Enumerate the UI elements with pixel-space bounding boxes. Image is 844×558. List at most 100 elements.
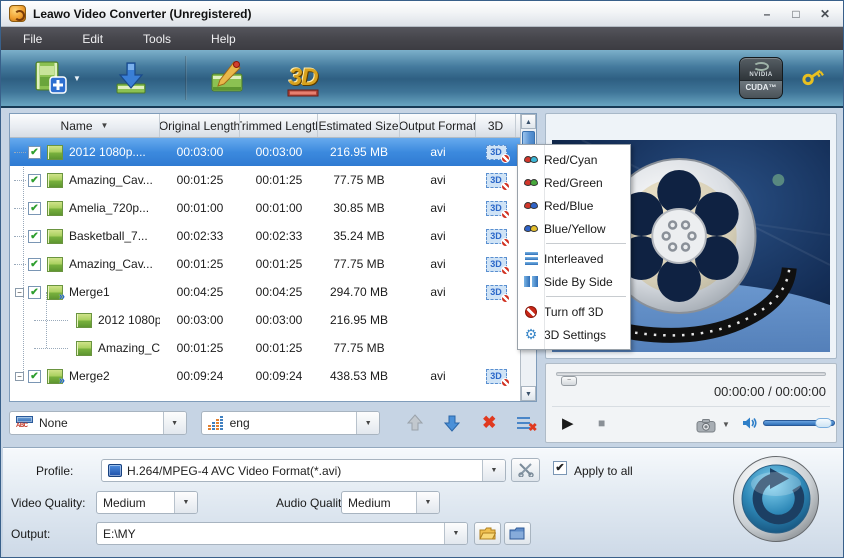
stop-button[interactable]: ■	[598, 416, 605, 430]
menubar-item-help[interactable]: Help	[197, 29, 250, 49]
menu-item-interleaved[interactable]: Interleaved	[518, 247, 630, 270]
menubar-item-edit[interactable]: Edit	[68, 29, 117, 49]
profile-select[interactable]: H.264/MPEG-4 AVC Video Format(*.avi) ▼	[101, 459, 506, 482]
output-path-input[interactable]: E:\MY ▼	[96, 522, 468, 545]
table-row[interactable]: ✔2012 1080p....00:03:0000:03:00216.95 MB…	[10, 138, 520, 166]
apply-to-all-label: Apply to all	[574, 464, 633, 478]
menu-item-turn-off-3d[interactable]: Turn off 3D	[518, 300, 630, 323]
menu-item-side-by-side[interactable]: Side By Side	[518, 270, 630, 293]
close-button[interactable]: ✕	[815, 6, 835, 22]
3d-off-badge[interactable]: 3D	[486, 173, 507, 188]
row-estimated-size: 77.75 MB	[318, 166, 400, 194]
row-checkbox[interactable]: ✔	[28, 286, 41, 299]
snapshot-dropdown-caret[interactable]: ▼	[722, 420, 730, 429]
app-window: Leawo Video Converter (Unregistered) – □…	[0, 0, 844, 558]
edit-video-button[interactable]	[201, 54, 255, 102]
volume-slider[interactable]	[763, 420, 835, 426]
add-video-dropdown-caret[interactable]: ▼	[73, 74, 81, 83]
row-name: Amazing_Cav...	[98, 341, 160, 355]
register-key-button[interactable]	[801, 65, 825, 92]
3d-off-badge[interactable]: 3D	[486, 145, 507, 160]
profile-dropdown-arrow[interactable]: ▼	[482, 460, 505, 481]
output-dropdown-arrow[interactable]: ▼	[444, 523, 467, 544]
browse-folder-button[interactable]	[504, 522, 531, 545]
tree-collapse-box[interactable]: −	[15, 372, 24, 381]
menu-item-red-cyan[interactable]: Red/Cyan	[518, 148, 630, 171]
video-quality-dropdown-arrow[interactable]: ▼	[174, 492, 197, 513]
3d-off-badge[interactable]: 3D	[486, 201, 507, 216]
volume-slider-handle[interactable]	[815, 418, 832, 428]
row-trimmed-length: 00:02:33	[240, 222, 318, 250]
output-path-value: E:\MY	[103, 527, 136, 541]
convert-button[interactable]	[732, 455, 820, 548]
table-row[interactable]: 2012 1080p....00:03:0000:03:00216.95 MB	[10, 306, 520, 334]
row-checkbox[interactable]: ✔	[28, 230, 41, 243]
snapshot-button[interactable]	[696, 419, 716, 438]
table-row[interactable]: Amazing_Cav...00:01:2500:01:2577.75 MB	[10, 334, 520, 362]
move-up-button[interactable]	[404, 412, 425, 434]
row-checkbox[interactable]: ✔	[28, 258, 41, 271]
tree-collapse-box[interactable]: −	[15, 288, 24, 297]
merge-file-icon: »	[47, 285, 63, 300]
menu-item-red-blue[interactable]: Red/Blue	[518, 194, 630, 217]
menu-item-blue-yellow[interactable]: Blue/Yellow	[518, 217, 630, 240]
row-checkbox[interactable]: ✔	[28, 146, 41, 159]
seek-slider-handle[interactable]: −	[561, 376, 577, 386]
table-row[interactable]: −✔»Merge200:09:2400:09:24438.53 MBavi3D	[10, 362, 520, 390]
volume-icon[interactable]	[742, 416, 758, 430]
audio-dropdown-arrow[interactable]: ▼	[356, 412, 379, 434]
scroll-down-button[interactable]: ▼	[521, 386, 536, 401]
table-row[interactable]: −✔»Merge100:04:2500:04:25294.70 MBavi3D	[10, 278, 520, 306]
remove-file-button[interactable]: ✖	[479, 412, 500, 434]
3d-off-badge[interactable]: 3D	[486, 285, 507, 300]
menu-item-label: Blue/Yellow	[544, 222, 606, 236]
column-header-3d[interactable]: 3D	[476, 114, 516, 137]
maximize-button[interactable]: □	[786, 6, 806, 22]
seek-slider[interactable]: −	[556, 372, 826, 376]
subtitle-dropdown-arrow[interactable]: ▼	[163, 412, 186, 434]
play-button[interactable]: ▶	[562, 414, 574, 432]
menubar-item-tools[interactable]: Tools	[129, 29, 185, 49]
3d-off-badge[interactable]: 3D	[486, 257, 507, 272]
row-checkbox[interactable]: ✔	[28, 202, 41, 215]
apply-to-all-checkbox[interactable]: ✔	[553, 461, 567, 475]
row-estimated-size: 438.53 MB	[318, 362, 400, 390]
menubar-item-file[interactable]: File	[9, 29, 56, 49]
audio-quality-select[interactable]: Medium ▼	[341, 491, 440, 514]
profile-label: Profile:	[36, 464, 73, 478]
row-checkbox[interactable]: ✔	[28, 174, 41, 187]
menu-item-3d-settings[interactable]: ⚙3D Settings	[518, 323, 630, 346]
convert-icon	[732, 455, 820, 543]
column-header-output-format[interactable]: Output Format	[400, 114, 476, 137]
clear-list-button[interactable]: ✖	[516, 412, 537, 434]
row-trimmed-length: 00:03:00	[240, 306, 318, 334]
table-row[interactable]: ✔Basketball_7...00:02:3300:02:3335.24 MB…	[10, 222, 520, 250]
row-output-format: avi	[400, 222, 476, 250]
minimize-button[interactable]: –	[757, 6, 777, 22]
add-video-button[interactable]: ▼	[23, 54, 89, 102]
audio-quality-dropdown-arrow[interactable]: ▼	[416, 492, 439, 513]
scroll-up-button[interactable]: ▲	[521, 114, 536, 129]
audio-track-select[interactable]: eng ▼	[201, 411, 381, 435]
table-row[interactable]: ✔Amazing_Cav...00:01:2500:01:2577.75 MBa…	[10, 166, 520, 194]
table-row[interactable]: ✔Amazing_Cav...00:01:2500:01:2577.75 MBa…	[10, 250, 520, 278]
column-header-trimmed-length[interactable]: Trimmed Length	[240, 114, 318, 137]
column-header-estimated-size[interactable]: Estimated Size	[318, 114, 400, 137]
row-checkbox[interactable]: ✔	[28, 370, 41, 383]
move-down-button[interactable]	[441, 412, 462, 434]
menu-item-red-green[interactable]: Red/Green	[518, 171, 630, 194]
3d-off-badge[interactable]: 3D	[486, 229, 507, 244]
column-header-original-length[interactable]: Original Length	[160, 114, 240, 137]
column-header-name[interactable]: Name▼	[10, 114, 160, 137]
download-video-button[interactable]	[105, 54, 157, 102]
3d-off-badge[interactable]: 3D	[486, 369, 507, 384]
window-title: Leawo Video Converter (Unregistered)	[33, 7, 252, 21]
subtitle-select[interactable]: ABC None ▼	[9, 411, 187, 435]
row-name: Amazing_Cav...	[69, 173, 153, 187]
profile-edit-button[interactable]	[511, 458, 540, 482]
3d-movie-button[interactable]: 3D	[281, 54, 326, 102]
tree-branch-line	[14, 180, 26, 181]
table-row[interactable]: ✔Amelia_720p...00:01:0000:01:0030.85 MBa…	[10, 194, 520, 222]
video-quality-select[interactable]: Medium ▼	[96, 491, 198, 514]
open-folder-button[interactable]	[474, 522, 501, 545]
